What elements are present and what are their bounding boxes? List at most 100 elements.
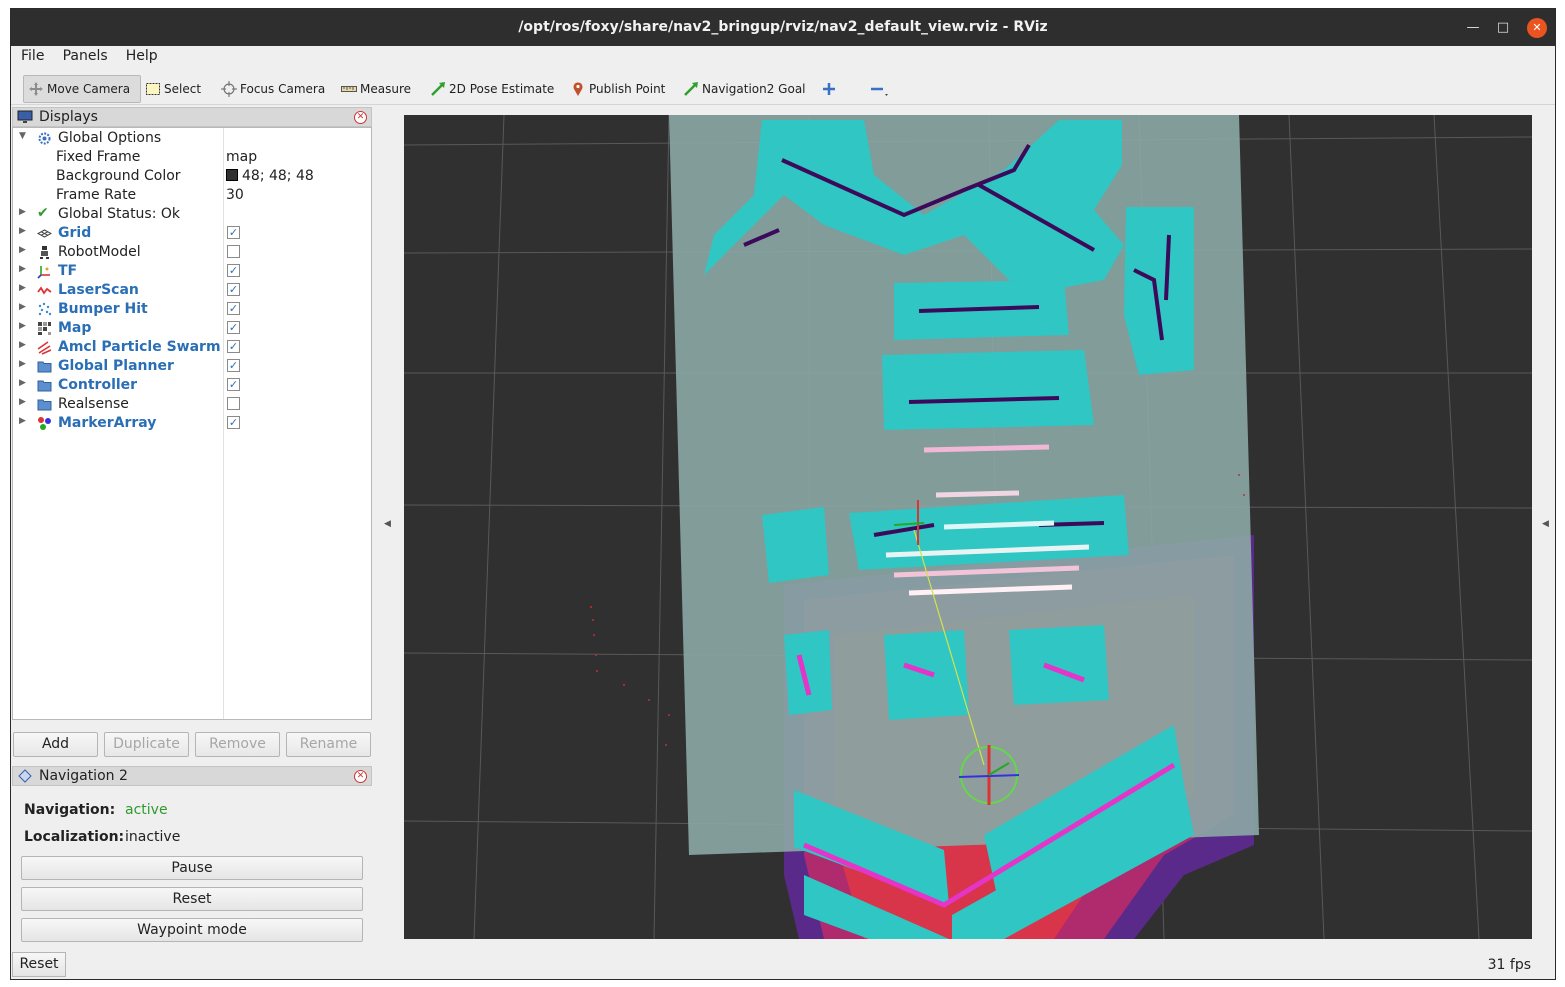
- nav2-goal-tool[interactable]: Navigation2 Goal: [679, 75, 810, 103]
- pose-estimate-tool[interactable]: 2D Pose Estimate: [426, 75, 558, 103]
- color-swatch: [226, 169, 238, 181]
- focus-camera-tool[interactable]: Focus Camera: [217, 75, 329, 103]
- collapse-arrow-icon[interactable]: ▶: [19, 207, 26, 217]
- minimize-icon[interactable]: —: [1463, 18, 1483, 38]
- tree-row-amcl-particle-swarm[interactable]: ▶ Amcl Particle Swarm ✓: [13, 338, 371, 357]
- scene-canvas: [404, 115, 1532, 939]
- tree-row-background-color[interactable]: Background Color 48; 48; 48: [13, 167, 371, 186]
- window-title: /opt/ros/foxy/share/nav2_bringup/rviz/na…: [518, 19, 1048, 35]
- folder-icon: [37, 397, 52, 412]
- controller-checkbox[interactable]: ✓: [227, 378, 240, 391]
- ruler-icon: [341, 81, 357, 97]
- status-bar: Reset 31 fps: [11, 951, 1555, 979]
- monitor-icon: [17, 110, 33, 124]
- pointcloud-icon: [37, 302, 52, 317]
- realsense-checkbox[interactable]: [227, 397, 240, 410]
- move-camera-tool[interactable]: Move Camera: [23, 75, 141, 103]
- duplicate-button[interactable]: Duplicate: [104, 732, 189, 757]
- bumper-hit-checkbox[interactable]: ✓: [227, 302, 240, 315]
- pause-button[interactable]: Pause: [21, 856, 363, 880]
- tree-row-controller[interactable]: ▶ Controller ✓: [13, 376, 371, 395]
- navigation-title: Navigation 2: [39, 768, 128, 784]
- collapse-arrow-icon[interactable]: ▶: [19, 264, 26, 274]
- rename-button[interactable]: Rename: [286, 732, 371, 757]
- select-icon: [145, 81, 161, 97]
- tree-row-markerarray[interactable]: ▶ MarkerArray ✓: [13, 414, 371, 433]
- render-viewport[interactable]: [404, 115, 1532, 939]
- collapse-arrow-icon[interactable]: ▶: [19, 321, 26, 331]
- fixed-frame-value[interactable]: map: [226, 149, 257, 165]
- displays-tree: ▼ Global Options Fixed Frame map Backgro…: [12, 127, 372, 720]
- markerarray-checkbox[interactable]: ✓: [227, 416, 240, 429]
- displays-title: Displays: [39, 109, 98, 125]
- tree-row-global-options[interactable]: ▼ Global Options: [13, 129, 371, 148]
- amcl-checkbox[interactable]: ✓: [227, 340, 240, 353]
- tree-row-realsense[interactable]: ▶ Realsense: [13, 395, 371, 414]
- tree-row-global-planner[interactable]: ▶ Global Planner ✓: [13, 357, 371, 376]
- navigation-status-value: active: [125, 802, 168, 818]
- status-reset-button[interactable]: Reset: [12, 952, 66, 977]
- global-planner-checkbox[interactable]: ✓: [227, 359, 240, 372]
- collapse-arrow-icon[interactable]: ▶: [19, 283, 26, 293]
- laserscan-checkbox[interactable]: ✓: [227, 283, 240, 296]
- tree-row-bumper-hit[interactable]: ▶ Bumper Hit ✓: [13, 300, 371, 319]
- collapse-arrow-icon[interactable]: ▶: [19, 302, 26, 312]
- grid-checkbox[interactable]: ✓: [227, 226, 240, 239]
- map-checkbox[interactable]: ✓: [227, 321, 240, 334]
- left-dock: Displays ✕ ▼ Global Options Fixed Frame …: [11, 106, 373, 944]
- left-splitter-arrow-icon[interactable]: ◀: [384, 519, 391, 529]
- add-button[interactable]: Add: [13, 732, 98, 757]
- background-color-value[interactable]: 48; 48; 48: [226, 168, 314, 184]
- tree-row-grid[interactable]: ▶ Grid ✓: [13, 224, 371, 243]
- collapse-arrow-icon[interactable]: ▶: [19, 245, 26, 255]
- menu-file[interactable]: File: [21, 46, 44, 64]
- title-bar: /opt/ros/foxy/share/nav2_bringup/rviz/na…: [11, 9, 1555, 46]
- tree-row-map[interactable]: ▶ Map ✓: [13, 319, 371, 338]
- menu-bar: File Panels Help: [11, 46, 1555, 68]
- collapse-arrow-icon[interactable]: ▶: [19, 359, 26, 369]
- publish-point-tool[interactable]: Publish Point: [566, 75, 669, 103]
- toolbar: Move Camera Select Focus Camera Measure …: [11, 69, 1555, 105]
- checkmark-icon: ✔: [37, 205, 49, 221]
- move-camera-icon: [28, 81, 44, 97]
- navigation-status: Navigation: active: [24, 802, 168, 818]
- navigation-close-icon[interactable]: ✕: [354, 770, 367, 783]
- collapse-arrow-icon[interactable]: ▶: [19, 340, 26, 350]
- remove-tool-button[interactable]: [865, 75, 892, 103]
- waypoint-mode-button[interactable]: Waypoint mode: [21, 918, 363, 942]
- collapse-arrow-icon[interactable]: ▶: [19, 226, 26, 236]
- select-tool[interactable]: Select: [141, 75, 205, 103]
- add-tool-button[interactable]: [817, 75, 844, 103]
- menu-help[interactable]: Help: [126, 46, 158, 64]
- collapse-arrow-icon[interactable]: ▶: [19, 397, 26, 407]
- collapse-arrow-icon[interactable]: ▶: [19, 378, 26, 388]
- diamond-icon: [17, 769, 33, 783]
- frame-rate-value[interactable]: 30: [226, 187, 244, 203]
- gear-icon: [37, 131, 52, 146]
- particle-arrows-icon: [37, 340, 52, 355]
- tree-row-global-status[interactable]: ▶ ✔ Global Status: Ok: [13, 205, 371, 224]
- nav-reset-button[interactable]: Reset: [21, 887, 363, 911]
- tree-row-robotmodel[interactable]: ▶ RobotModel: [13, 243, 371, 262]
- localization-status: Localization: inactive: [24, 829, 181, 845]
- marker-balls-icon: [37, 416, 52, 431]
- tree-row-fixed-frame[interactable]: Fixed Frame map: [13, 148, 371, 167]
- collapse-arrow-icon[interactable]: ▶: [19, 416, 26, 426]
- robotmodel-checkbox[interactable]: [227, 245, 240, 258]
- menu-panels[interactable]: Panels: [63, 46, 108, 64]
- folder-icon: [37, 359, 52, 374]
- displays-close-icon[interactable]: ✕: [354, 111, 367, 124]
- right-splitter-arrow-icon[interactable]: ◀: [1542, 519, 1549, 529]
- remove-button[interactable]: Remove: [195, 732, 280, 757]
- localization-status-value: inactive: [125, 829, 181, 845]
- close-icon[interactable]: ✕: [1527, 18, 1547, 38]
- tree-row-frame-rate[interactable]: Frame Rate 30: [13, 186, 371, 205]
- measure-tool[interactable]: Measure: [337, 75, 415, 103]
- maximize-icon[interactable]: □: [1493, 18, 1513, 38]
- tree-row-laserscan[interactable]: ▶ LaserScan ✓: [13, 281, 371, 300]
- expand-arrow-icon[interactable]: ▼: [19, 131, 26, 141]
- tree-row-tf[interactable]: ▶ TF ✓: [13, 262, 371, 281]
- displays-button-row: Add Duplicate Remove Rename: [12, 732, 372, 758]
- tf-checkbox[interactable]: ✓: [227, 264, 240, 277]
- green-arrow-icon: [430, 81, 446, 97]
